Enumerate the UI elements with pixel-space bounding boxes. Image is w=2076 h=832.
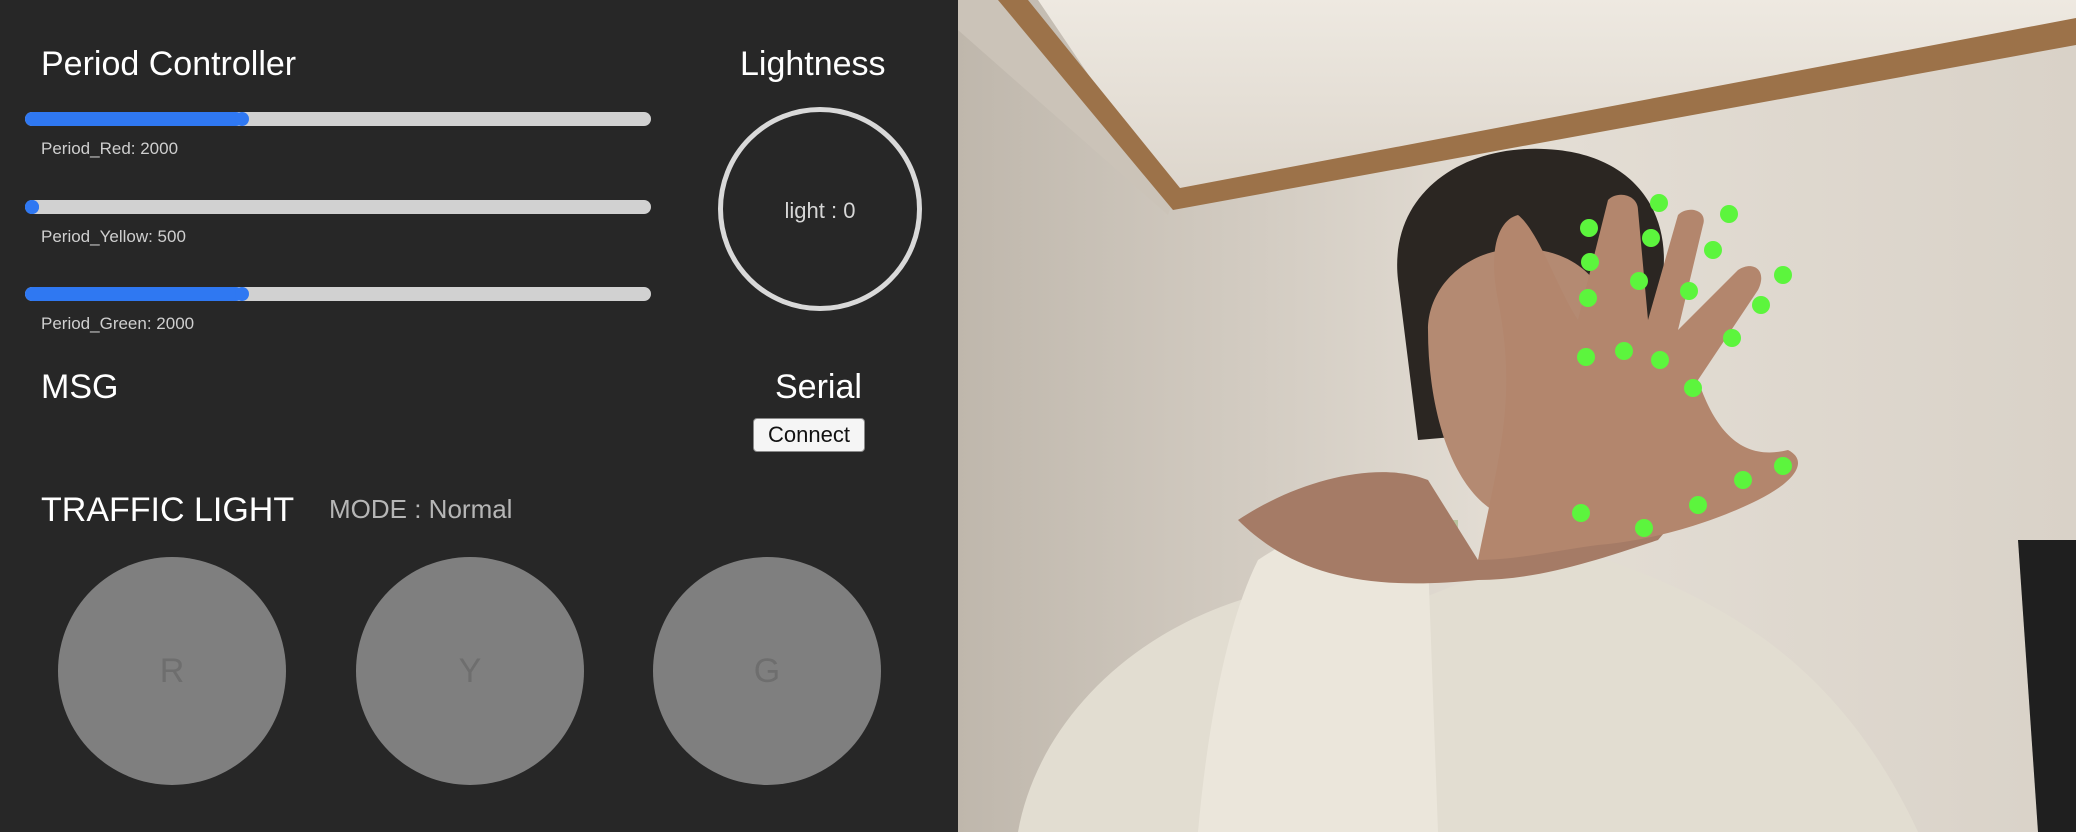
- hand-landmark: [1734, 471, 1752, 489]
- hand-landmark: [1651, 351, 1669, 369]
- period-green-label: Period_Green: 2000: [41, 314, 195, 333]
- period-green-slider[interactable]: [25, 287, 651, 301]
- webcam-frame: [958, 0, 2076, 832]
- hand-landmark: [1580, 219, 1598, 237]
- period-red-label: Period_Red: 2000: [41, 139, 179, 158]
- green-light: G: [653, 557, 881, 785]
- serial-title: Serial: [775, 368, 862, 406]
- period-yellow-slider[interactable]: [25, 200, 651, 214]
- hand-landmark: [1774, 266, 1792, 284]
- hand-landmark: [1615, 342, 1633, 360]
- yellow-light: Y: [356, 557, 584, 785]
- hand-landmark: [1581, 253, 1599, 271]
- slider-fill: [25, 287, 243, 301]
- lightness-value: light : 0: [784, 198, 856, 223]
- webcam-feed: [958, 0, 2076, 832]
- hand-landmark: [1720, 205, 1738, 223]
- hand-landmark: [1577, 348, 1595, 366]
- slider-thumb[interactable]: [235, 287, 249, 301]
- hand-landmark: [1680, 282, 1698, 300]
- hand-landmark: [1650, 194, 1668, 212]
- slider-fill: [25, 112, 243, 126]
- mode-status: MODE : Normal: [329, 494, 513, 524]
- hand-landmark: [1704, 241, 1722, 259]
- red-light: R: [58, 557, 286, 785]
- period-controller-title: Period Controller: [41, 45, 297, 83]
- slider-thumb[interactable]: [235, 112, 249, 126]
- hand-landmark: [1774, 457, 1792, 475]
- period-yellow-label: Period_Yellow: 500: [41, 227, 186, 246]
- lightness-title: Lightness: [740, 45, 886, 83]
- hand-landmark: [1572, 504, 1590, 522]
- hand-landmark: [1635, 519, 1653, 537]
- lightness-gauge: light : 0: [718, 107, 922, 311]
- hand-landmark: [1723, 329, 1741, 347]
- traffic-light-title: TRAFFIC LIGHT: [41, 491, 295, 529]
- connect-button[interactable]: Connect: [753, 418, 865, 452]
- msg-title: MSG: [41, 368, 119, 406]
- hand-landmark: [1684, 379, 1702, 397]
- hand-landmark: [1579, 289, 1597, 307]
- hand-landmark: [1752, 296, 1770, 314]
- period-red-slider[interactable]: [25, 112, 651, 126]
- hand-landmark: [1630, 272, 1648, 290]
- hand-landmark: [1689, 496, 1707, 514]
- hand-landmark: [1642, 229, 1660, 247]
- slider-thumb[interactable]: [25, 200, 39, 214]
- control-panel: Period Controller Period_Red: 2000 Perio…: [0, 0, 958, 832]
